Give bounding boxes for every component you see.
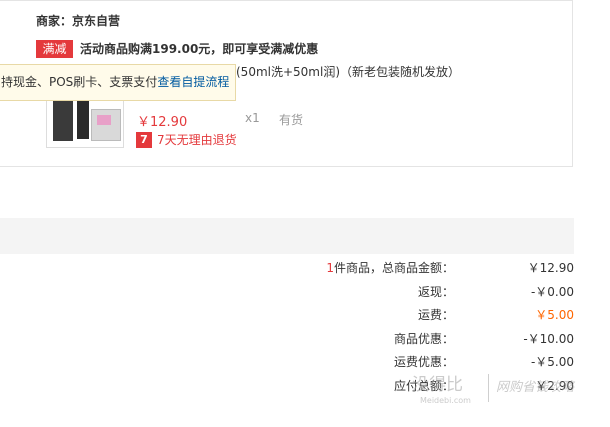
item-count: 1 [326, 261, 334, 275]
pickup-process-link[interactable]: 查看自提流程 [157, 75, 229, 89]
summary-row-shipping-discount: 运费优惠： -￥5.00 [0, 353, 574, 371]
watermark: 没得比 Meidebi.com 网购省钱攻略 [412, 370, 610, 410]
shipping-label: 运费： [417, 308, 454, 322]
summary-row-discount: 商品优惠： -￥10.00 [0, 330, 574, 348]
shipping-discount-value: -￥5.00 [530, 355, 574, 369]
product-thumbnail[interactable] [46, 94, 124, 148]
return-policy-text: 7天无理由退货 [157, 133, 237, 147]
pickup-tooltip: 持现金、POS刷卡、支票支付查看自提流程 [0, 64, 236, 101]
shipping-discount-label: 运费优惠： [393, 355, 454, 369]
watermark-domain: Meidebi.com [420, 396, 471, 405]
shipping-value: ￥5.00 [535, 308, 574, 322]
section-divider-bar [0, 218, 574, 254]
tooltip-text: 持现金、POS刷卡、支票支付 [1, 75, 158, 89]
product-name[interactable]: (50ml洗+50ml润)（新老包装随机发放） [236, 63, 460, 80]
watermark-tagline: 网购省钱攻略 [496, 380, 575, 395]
cashback-label: 返现： [417, 285, 454, 299]
watermark-brand: 没得比 [412, 375, 463, 395]
product-quantity: x1 [245, 111, 260, 125]
discount-label: 商品优惠： [393, 332, 454, 346]
discount-value: -￥10.00 [523, 332, 574, 346]
summary-row-cashback: 返现： -￥0.00 [0, 283, 574, 301]
merchant-label: 商家：京东自营 [36, 14, 121, 28]
promo-badge: 满减 [36, 40, 73, 58]
cashback-value: -￥0.00 [530, 285, 574, 299]
promo-text: 活动商品购满199.00元，即可享受满减优惠 [80, 42, 319, 56]
summary-row-total: 1件商品，总商品金额： ￥12.90 [0, 259, 574, 277]
total-value: ￥12.90 [527, 261, 574, 275]
stock-status: 有货 [279, 113, 304, 127]
return-policy-icon: 7 [136, 132, 152, 148]
total-label: 件商品，总商品金额： [333, 261, 454, 275]
summary-row-shipping: 运费： ￥5.00 [0, 306, 574, 324]
product-price: ￥12.90 [137, 115, 188, 130]
